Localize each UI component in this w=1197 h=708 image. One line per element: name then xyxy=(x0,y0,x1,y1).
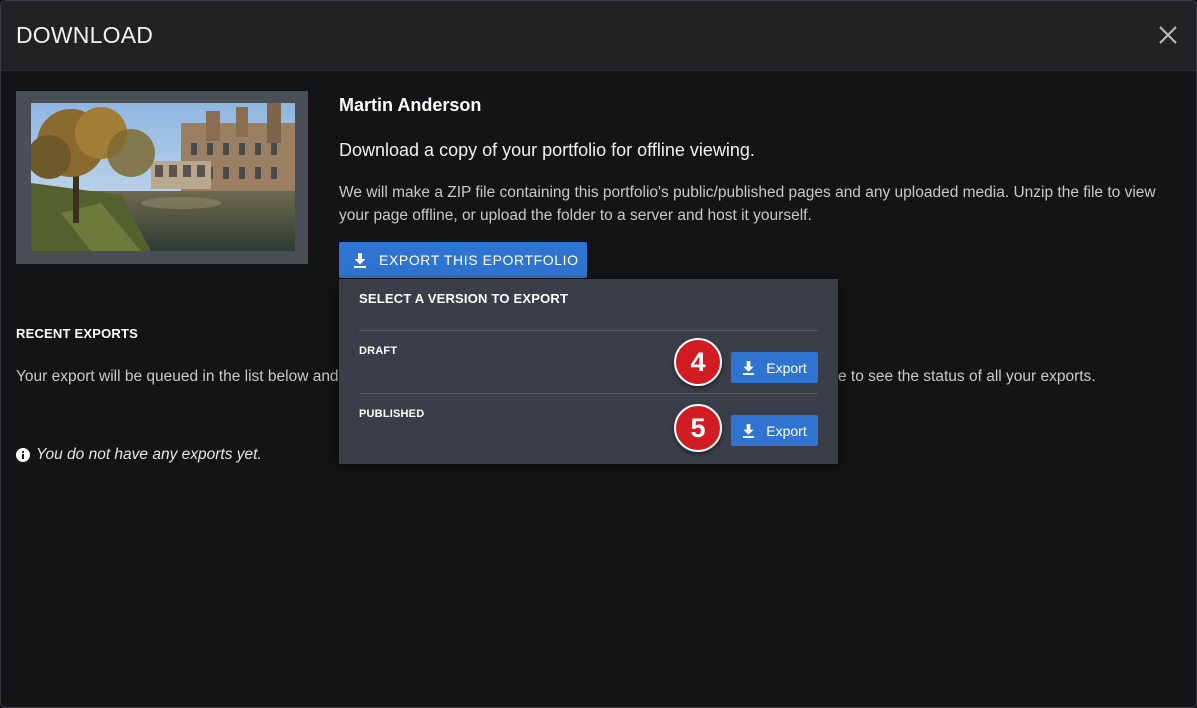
info-icon xyxy=(16,448,30,462)
close-icon xyxy=(1159,26,1177,44)
download-lead-text: Download a copy of your portfolio for of… xyxy=(339,140,755,160)
queue-info-text: Your export will be queued in the list b… xyxy=(16,368,338,385)
modal-header: DOWNLOAD xyxy=(1,1,1196,71)
modal-title: DOWNLOAD xyxy=(16,22,154,48)
recent-exports-title: RECENT EXPORTS xyxy=(16,326,138,341)
export-option-label: PUBLISHED xyxy=(359,408,425,420)
export-published-button[interactable]: Export 5 xyxy=(674,404,818,452)
no-exports-message: You do not have any exports yet. xyxy=(36,446,262,463)
export-menu-title: SELECT A VERSION TO EXPORT xyxy=(359,291,569,306)
download-description: We will make a ZIP file containing this … xyxy=(339,184,1156,224)
export-draft-label: Export xyxy=(766,359,807,376)
owner-name: Martin Anderson xyxy=(339,95,482,115)
download-icon xyxy=(743,423,755,438)
export-published-label: Export xyxy=(766,422,807,439)
export-eportfolio-button[interactable]: EXPORT THIS EPORTFOLIO xyxy=(339,242,587,278)
no-exports-note: You do not have any exports yet. xyxy=(16,446,262,464)
close-button[interactable] xyxy=(1154,21,1182,49)
export-option-published: PUBLISHED Export 5 xyxy=(359,393,818,456)
export-draft-button[interactable]: Export 4 xyxy=(674,338,818,386)
download-icon xyxy=(743,360,755,375)
export-option-label: DRAFT xyxy=(359,345,398,357)
step-badge: 5 xyxy=(674,404,722,452)
export-version-menu: SELECT A VERSION TO EXPORT DRAFT Export … xyxy=(339,279,838,464)
export-option-draft: DRAFT Export 4 xyxy=(359,330,818,393)
portfolio-thumbnail xyxy=(16,91,308,264)
download-icon xyxy=(354,252,366,268)
download-modal: DOWNLOAD Martin Anderson Download a copy… xyxy=(0,0,1197,708)
queue-info-text-end: e to see the status of all your exports. xyxy=(838,368,1096,385)
export-eportfolio-label: EXPORT THIS EPORTFOLIO xyxy=(379,252,579,268)
step-badge: 4 xyxy=(674,338,722,386)
portfolio-thumbnail-image xyxy=(31,103,295,251)
